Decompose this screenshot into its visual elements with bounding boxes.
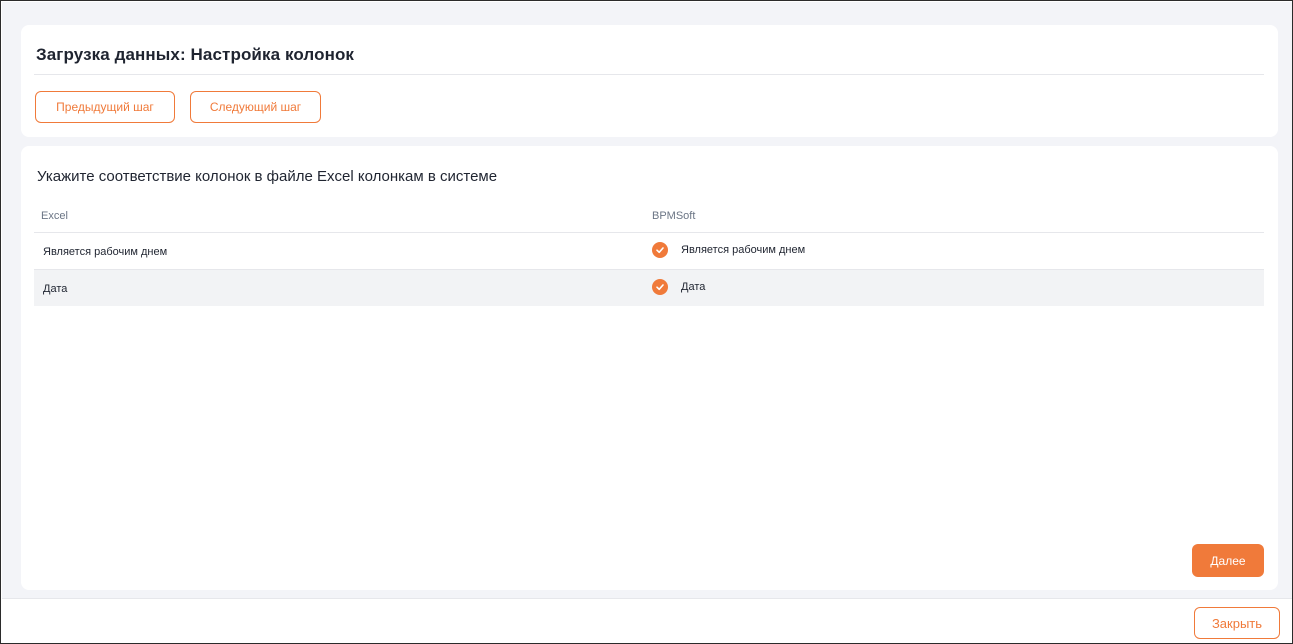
previous-step-button[interactable]: Предыдущий шаг — [35, 91, 175, 123]
dialog-body: Загрузка данных: Настройка колонок Преды… — [2, 2, 1292, 598]
system-column-name: Дата — [681, 280, 706, 293]
column-header-excel: Excel — [41, 210, 68, 222]
footer-divider — [2, 598, 1292, 599]
mapping-instruction: Укажите соответствие колонок в файле Exc… — [37, 168, 498, 185]
close-button[interactable]: Закрыть — [1194, 607, 1280, 639]
column-mapping-card: Укажите соответствие колонок в файле Exc… — [21, 146, 1278, 590]
system-column-cell: Дата — [652, 270, 705, 306]
header-card: Загрузка данных: Настройка колонок Преды… — [21, 25, 1278, 137]
check-circle-icon[interactable] — [652, 279, 668, 295]
next-step-button[interactable]: Следующий шаг — [190, 91, 321, 123]
page-title: Загрузка данных: Настройка колонок — [36, 45, 355, 64]
excel-column-name: Является рабочим днем — [43, 245, 168, 258]
continue-button[interactable]: Далее — [1192, 544, 1264, 577]
checkmark-icon — [656, 284, 664, 291]
mapping-row: Является рабочим днем Является рабочим д… — [34, 232, 1264, 269]
system-column-name: Является рабочим днем — [681, 243, 806, 256]
column-header-system: BPMSoft — [652, 210, 696, 222]
excel-column-name: Дата — [43, 282, 68, 295]
check-circle-icon[interactable] — [652, 242, 668, 258]
mapping-row: Дата Дата — [34, 269, 1264, 306]
checkmark-icon — [656, 247, 664, 254]
dialog-window: Загрузка данных: Настройка колонок Преды… — [0, 0, 1293, 644]
title-divider — [34, 74, 1264, 75]
system-column-cell: Является рабочим днем — [652, 233, 805, 269]
